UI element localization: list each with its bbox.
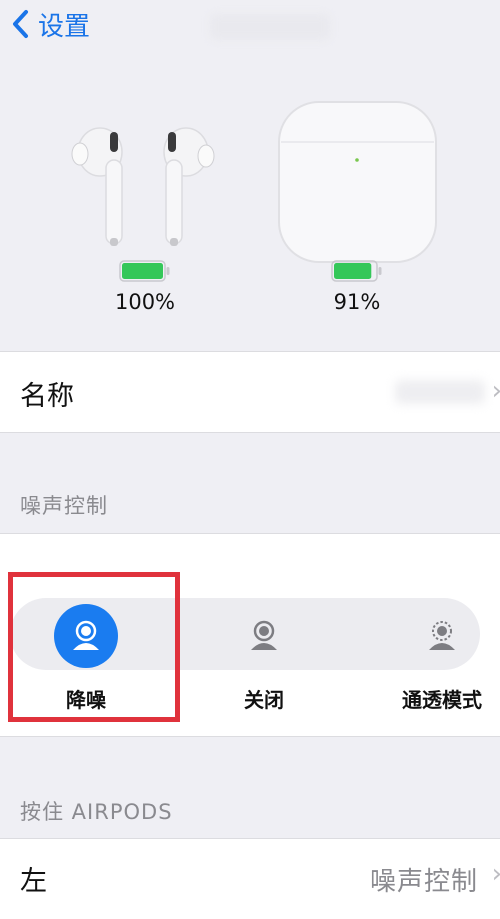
noise-option-off[interactable]: 关闭 [194, 596, 334, 716]
noise-control-header: 噪声控制 [20, 494, 108, 518]
battery-icon [119, 260, 170, 282]
chevron-right-icon: › [492, 376, 500, 406]
battery-icon [331, 260, 382, 282]
noise-option-label: 降噪 [66, 688, 106, 712]
noise-option-anc[interactable]: 降噪 [16, 596, 156, 716]
blurred-title [210, 14, 330, 40]
buds-battery-percent: 100% [114, 290, 176, 314]
nav-bar: 设置 [0, 0, 500, 60]
chevron-left-icon [13, 10, 28, 38]
airpods-case-image [278, 101, 437, 263]
buds-battery: 100% [105, 260, 185, 314]
left-label: 左 [20, 866, 47, 897]
back-button[interactable]: 设置 [8, 4, 90, 44]
person-noise-cancel-icon [73, 620, 99, 650]
blurred-device-name [395, 380, 485, 404]
selected-indicator [54, 604, 118, 668]
case-battery-percent: 91% [333, 290, 381, 314]
noise-option-label: 关闭 [244, 688, 284, 712]
airpods-buds-image [71, 127, 215, 246]
name-row[interactable]: 名称 › [0, 351, 500, 433]
case-battery: 91% [317, 260, 397, 314]
chevron-right-icon: › [492, 859, 500, 889]
noise-control-panel: 降噪 关闭 通透模式 [0, 533, 500, 737]
person-off-icon [251, 620, 277, 650]
name-label: 名称 [20, 381, 74, 412]
left-value: 噪声控制 [369, 867, 478, 897]
left-airpod-row[interactable]: 左 噪声控制 › [0, 838, 500, 919]
noise-option-transparency[interactable]: 通透模式 [372, 596, 500, 716]
person-transparency-icon [429, 621, 455, 650]
back-label: 设置 [38, 11, 91, 42]
noise-option-label: 通透模式 [402, 688, 482, 712]
device-header: 100% 91% [0, 60, 500, 350]
press-hold-header: 按住 AIRPODS [20, 800, 173, 824]
